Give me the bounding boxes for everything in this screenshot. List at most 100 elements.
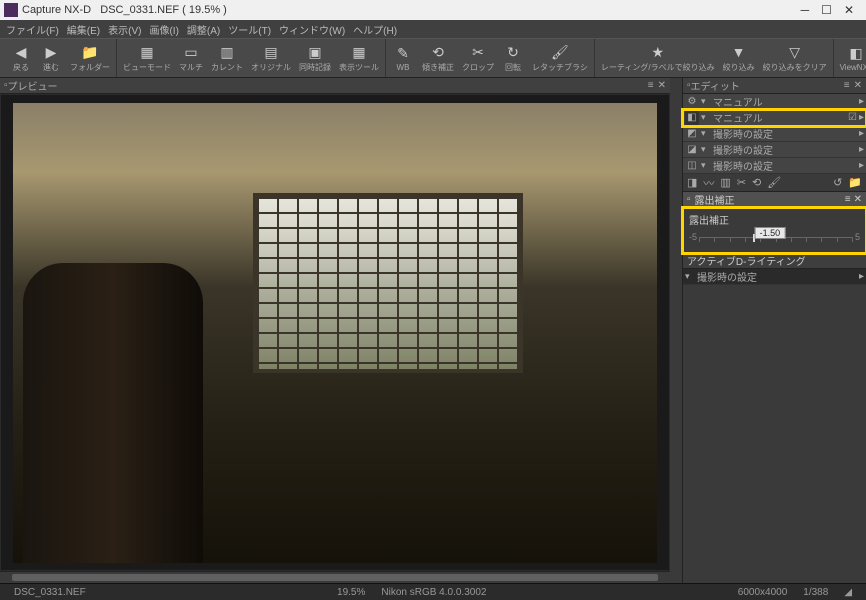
exposure-param-block: 露出補正 -5 -1.50 5: [683, 208, 866, 253]
filter-clear-button[interactable]: ▽絞り込みをクリア: [759, 41, 831, 75]
viewmode-button[interactable]: ▦ビューモード: [119, 41, 175, 75]
status-page: 1/388: [795, 587, 836, 598]
edit-row-manual-1[interactable]: ⚙ ▾ マニュアル ▸: [683, 94, 866, 110]
main-toolbar: ◀戻る ▶進む 📁フォルダー ▦ビューモード ▭マルチ ▥カレント ▤オリジナル…: [0, 38, 866, 78]
row-menu-icon[interactable]: ▸: [859, 128, 864, 139]
photo-content: [13, 103, 657, 563]
window-titlebar: Capture NX-D DSC_0331.NEF ( 19.5% ) ─ ☐ …: [0, 0, 866, 20]
chevron-down-icon: ▾: [701, 144, 711, 155]
close-button[interactable]: ✕: [844, 3, 854, 17]
row-menu-icon[interactable]: ▸: [859, 144, 864, 155]
wb-button[interactable]: ✎WB: [388, 42, 418, 74]
chevron-down-icon: ▾: [701, 96, 711, 107]
edit-row-shoot-1[interactable]: ◩ ▾ 撮影時の設定 ▸: [683, 126, 866, 142]
status-dimensions: 6000x4000: [730, 587, 796, 598]
edit-pane-header: ▫ エディット ≡ ✕: [683, 78, 866, 94]
section-menu-icon[interactable]: ≡: [845, 194, 851, 205]
exposure-slider[interactable]: -1.50: [699, 229, 853, 245]
menu-tool[interactable]: ツール(T): [224, 22, 275, 37]
slider-max-label: 5: [855, 232, 860, 242]
row-menu-icon[interactable]: ▸: [859, 271, 864, 282]
picture-control-icon: ◪: [685, 143, 699, 157]
chevron-down-icon: ▾: [701, 128, 711, 139]
checkbox-icon[interactable]: ☑: [848, 112, 857, 123]
menu-file[interactable]: ファイル(F): [2, 22, 63, 37]
exposure-comp-icon: ◧: [685, 111, 699, 125]
folder-button[interactable]: 📁フォルダー: [66, 41, 114, 75]
edit-tool-strip: ◨ 〰 ▥ ✂ ⟲ 🖌 ↺ 📁: [683, 174, 866, 192]
edit-row-exposure-icon[interactable]: ◧ ▾ マニュアル ☑▸: [683, 110, 866, 126]
statusbar: DSC_0331.NEF 19.5% Nikon sRGB 4.0.0.3002…: [0, 583, 866, 600]
preview-pane-header: ▫ プレビュー ≡ ✕: [0, 78, 670, 94]
edit-row-shoot-2[interactable]: ◪ ▾ 撮影時の設定 ▸: [683, 142, 866, 158]
menu-window[interactable]: ウィンドウ(W): [275, 22, 349, 37]
status-filename: DSC_0331.NEF: [6, 587, 94, 598]
section-close-icon[interactable]: ✕: [854, 194, 862, 205]
menu-adjust[interactable]: 調整(A): [183, 22, 224, 37]
rating-label-button[interactable]: ★レーティング/ラベルで絞り込み: [597, 41, 719, 75]
chevron-down-icon: ▾: [701, 112, 711, 123]
levels-icon[interactable]: ▥: [720, 176, 730, 189]
active-d-header[interactable]: アクティブD-ライティング: [683, 253, 866, 269]
display-tool-button[interactable]: ▦表示ツール: [335, 41, 383, 75]
app-icon: [4, 3, 18, 17]
edit-pane: ▫ エディット ≡ ✕ ⚙ ▾ マニュアル ▸ ◧ ▾ マニュアル ☑▸ ◩ ▾…: [682, 78, 866, 583]
menu-edit[interactable]: 編集(E): [63, 22, 104, 37]
straighten-icon[interactable]: ⟲: [752, 176, 761, 189]
crop-button[interactable]: ✂クロップ: [458, 41, 498, 75]
brush-icon[interactable]: 🖌: [767, 176, 781, 189]
status-colorspace: Nikon sRGB 4.0.0.3002: [373, 587, 494, 598]
current-button[interactable]: ▥カレント: [207, 41, 247, 75]
row-menu-icon[interactable]: ▸: [859, 96, 864, 107]
edit-pane-menu-icon[interactable]: ≡: [844, 80, 850, 91]
chevron-down-icon: ▾: [701, 160, 711, 171]
active-d-label: アクティブD-ライティング: [687, 253, 806, 268]
reset-icon[interactable]: ↺: [833, 176, 842, 189]
exposure-param-label: 露出補正: [689, 212, 860, 227]
menu-help[interactable]: ヘルプ(H): [349, 22, 401, 37]
row-menu-icon[interactable]: ▸: [859, 160, 864, 171]
vertical-scrollbar[interactable]: [670, 78, 682, 583]
section-toggle-icon: ▫: [687, 194, 691, 205]
minimize-button[interactable]: ─: [801, 3, 810, 17]
pane-menu-icon[interactable]: ≡: [648, 80, 654, 91]
window-title: Capture NX-D DSC_0331.NEF ( 19.5% ): [22, 4, 793, 16]
exposure-section-label: 露出補正: [695, 192, 735, 207]
maximize-button[interactable]: ☐: [821, 3, 832, 17]
edit-title: エディット: [691, 78, 740, 93]
multi-button[interactable]: ▭マルチ: [175, 41, 207, 75]
retouch-button[interactable]: 🖌レタッチブラシ: [528, 41, 592, 75]
rotate-button[interactable]: ↻回転: [498, 41, 528, 75]
edit-pane-close-icon[interactable]: ✕: [854, 80, 862, 91]
slider-min-label: -5: [689, 232, 697, 242]
curves-icon[interactable]: 〰: [703, 175, 714, 191]
folder-icon[interactable]: 📁: [848, 176, 862, 189]
tone-icon[interactable]: ◨: [687, 176, 697, 189]
row-menu-icon[interactable]: ▸: [859, 112, 864, 123]
back-button[interactable]: ◀戻る: [6, 41, 36, 75]
original-button[interactable]: ▤オリジナル: [247, 41, 295, 75]
crop-icon[interactable]: ✂: [737, 176, 746, 189]
filter-button[interactable]: ▼絞り込み: [719, 41, 759, 75]
menu-image[interactable]: 画像(I): [145, 22, 182, 37]
status-grip-icon: ◢: [836, 587, 860, 598]
horizontal-scrollbar[interactable]: [0, 571, 670, 583]
tilt-button[interactable]: ⟲傾き補正: [418, 41, 458, 75]
status-zoom: 19.5%: [329, 587, 373, 598]
viewnxi-button[interactable]: ◧ViewNX-i: [836, 42, 866, 74]
wb-icon: ◩: [685, 127, 699, 141]
menubar: ファイル(F) 編集(E) 表示(V) 画像(I) 調整(A) ツール(T) ウ…: [0, 20, 866, 38]
preview-title: プレビュー: [8, 78, 58, 93]
pane-close-icon[interactable]: ✕: [658, 80, 666, 91]
batch-button[interactable]: ▣同時記録: [295, 41, 335, 75]
forward-button[interactable]: ▶進む: [36, 41, 66, 75]
edit-row-shoot-3[interactable]: ◫ ▾ 撮影時の設定 ▸: [683, 158, 866, 174]
preview-image-area[interactable]: [1, 95, 669, 570]
preview-pane: ▫ プレビュー ≡ ✕: [0, 78, 670, 583]
exposure-section-header[interactable]: ▫ 露出補正 ≡✕: [683, 192, 866, 208]
gear-icon: ⚙: [685, 95, 699, 109]
exposure-value-input[interactable]: -1.50: [755, 227, 786, 239]
menu-view[interactable]: 表示(V): [104, 22, 145, 37]
noise-reduce-icon: ◫: [685, 159, 699, 173]
active-d-setting-row[interactable]: ▾ 撮影時の設定 ▸: [683, 269, 866, 285]
